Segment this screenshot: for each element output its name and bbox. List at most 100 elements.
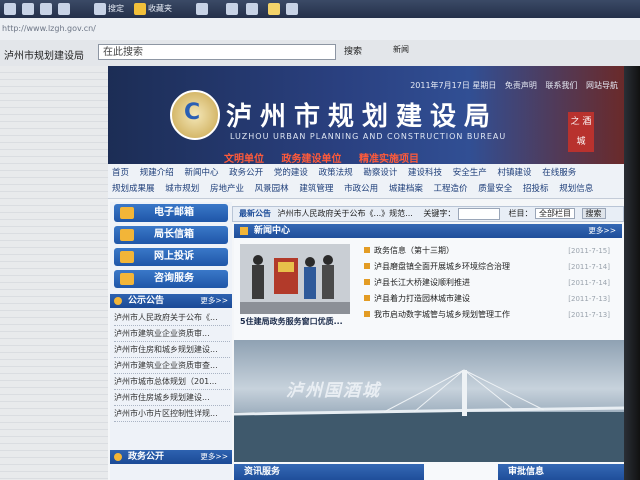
notice-item[interactable]: 泸州市建筑业企业资质审查...: [114, 358, 230, 374]
url-field[interactable]: http://www.lzgh.gov.cn/: [2, 22, 182, 36]
nav-item[interactable]: 政务公开: [229, 168, 263, 178]
bureau-logo: C: [170, 90, 220, 140]
nav-item[interactable]: 在线服务: [542, 168, 576, 178]
tools-icon[interactable]: [286, 3, 298, 15]
column-label: 栏目：: [508, 209, 533, 218]
home-icon[interactable]: [40, 3, 52, 15]
address-bar: http://www.lzgh.gov.cn/: [0, 18, 640, 41]
screen-edge: [624, 66, 640, 480]
nav-item[interactable]: 建设科技: [408, 168, 442, 178]
browser-tab-strip: 泸州市规划建设局 在此搜索 搜索 新闻: [0, 40, 640, 67]
gov-affairs-header: 政务公开 更多>>: [110, 450, 232, 464]
main-content: 新闻中心 更多>> 5住建局政务服务窗口优质... 政务信息（第十三期） [201…: [234, 224, 624, 480]
nav-item[interactable]: 新闻中心: [184, 168, 218, 178]
strip-label: 最新公告: [239, 209, 271, 218]
news-header: 新闻中心 更多>>: [234, 224, 622, 238]
nav-item[interactable]: 建筑管理: [299, 184, 333, 194]
notice-item[interactable]: 泸州市建筑业企业资质审...: [114, 326, 230, 342]
news-more-link[interactable]: 更多>>: [588, 224, 616, 238]
toolbar-search-label[interactable]: 搜定: [108, 3, 124, 14]
notice-item[interactable]: 泸州市住房城乡规划建设...: [114, 390, 230, 406]
email-button[interactable]: 电子邮箱: [114, 204, 228, 222]
column-select[interactable]: 全部栏目: [535, 208, 575, 219]
search-icon[interactable]: [94, 3, 106, 15]
notice-item[interactable]: 泸州市人民政府关于公布《...: [114, 310, 230, 326]
strip-text[interactable]: 泸州市人民政府关于公布《...》规范...: [278, 209, 413, 218]
nav-item[interactable]: 质量安全: [478, 184, 512, 194]
contact-link[interactable]: 联系我们: [545, 81, 577, 90]
notices-header: 公示公告 更多>>: [110, 294, 232, 308]
news-item[interactable]: 我市启动数字城管与城乡规划管理工作 [2011-7-13]: [364, 308, 614, 322]
complaint-icon: [120, 251, 134, 263]
banner-text: 泸州国酒城: [286, 381, 381, 401]
forward-icon[interactable]: [22, 3, 34, 15]
browser-toolbar: 搜定 收藏夹: [0, 0, 640, 18]
favorites-star-icon[interactable]: [134, 3, 146, 15]
site-title: 泸州市规划建设局: [226, 102, 499, 132]
bottom-headers: 资讯服务 审批信息: [234, 464, 624, 480]
search-input[interactable]: 在此搜索: [98, 44, 336, 60]
site-title-en: LUZHOU URBAN PLANNING AND CONSTRUCTION B…: [230, 132, 507, 141]
keyword-input[interactable]: [457, 207, 500, 220]
nav-item[interactable]: 风景园林: [255, 184, 289, 194]
nav-item[interactable]: 规划信息: [559, 184, 593, 194]
sitemap-link[interactable]: 网站导航: [586, 81, 618, 90]
back-icon[interactable]: [4, 3, 16, 15]
news-item[interactable]: 泸县着力打造园林城市建设 [2011-7-13]: [364, 292, 614, 306]
latest-notice-strip: 最新公告 泸州市人民政府关于公布《...》规范... 关键字： 栏目： 全部栏目…: [232, 206, 624, 222]
nav-item[interactable]: 城市规划: [165, 184, 199, 194]
news-icon: [240, 227, 248, 235]
slogans: 文明单位 政务建设单位 精准实施项目: [224, 150, 433, 165]
history-icon[interactable]: [196, 3, 208, 15]
nav-item[interactable]: 招投标: [523, 184, 549, 194]
complaint-button[interactable]: 网上投诉: [114, 248, 228, 266]
date-text: 2011年7月17日 星期日: [410, 81, 497, 90]
top-links: 2011年7月17日 星期日 免责声明 联系我们 网站导航: [404, 80, 618, 91]
notice-item[interactable]: 泸州市住房和城乡规划建设...: [114, 342, 230, 358]
site-banner: 2011年7月17日 星期日 免责声明 联系我们 网站导航 C 泸州市规划建设局…: [108, 66, 624, 165]
nav-row-2: 规划成果展 城市规划 房地产业 风景园林 建筑管理 市政公用 城建档案 工程造价…: [108, 181, 624, 197]
news-button[interactable]: 新闻: [388, 44, 414, 62]
jiucheng-badge: 之 酒 城: [568, 112, 594, 152]
director-mailbox-button[interactable]: 局长信箱: [114, 226, 228, 244]
news-item[interactable]: 泸县长江大桥建设顺利推进 [2011-7-14]: [364, 276, 614, 290]
nav-item[interactable]: 房地产业: [210, 184, 244, 194]
nav-item[interactable]: 党的建设: [274, 168, 308, 178]
notice-item[interactable]: 泸州市城市总体规划（201...: [114, 374, 230, 390]
nav-item[interactable]: 勘察设计: [363, 168, 397, 178]
photo-caption[interactable]: 5住建局政务服务窗口优质...: [240, 316, 356, 327]
nav-item[interactable]: 市政公用: [344, 184, 378, 194]
email-icon: [120, 207, 134, 219]
news-photo[interactable]: [240, 244, 350, 314]
info-services-header: 资讯服务: [234, 464, 424, 480]
print-icon[interactable]: [226, 3, 238, 15]
nav-item[interactable]: 村镇建设: [497, 168, 531, 178]
consult-button[interactable]: 咨询服务: [114, 270, 228, 288]
nav-item[interactable]: 安全生产: [453, 168, 487, 178]
main-nav: 首页 规建介绍 新闻中心 政务公开 党的建设 政策法规 勘察设计 建设科技 安全…: [108, 164, 624, 199]
nav-item[interactable]: 城建档案: [389, 184, 423, 194]
mailbox-icon: [120, 229, 134, 241]
page-icon[interactable]: [268, 3, 280, 15]
gov-more-link[interactable]: 更多>>: [200, 450, 228, 464]
gov-icon: [114, 453, 122, 461]
news-item[interactable]: 泸县磨盘镇全面开展城乡环境综合治理 [2011-7-14]: [364, 260, 614, 274]
nav-item[interactable]: 规建介绍: [140, 168, 174, 178]
nav-item[interactable]: 政策法规: [319, 168, 353, 178]
disclaimer-link[interactable]: 免责声明: [505, 81, 537, 90]
news-item[interactable]: 政务信息（第十三期） [2011-7-15]: [364, 244, 614, 258]
nav-item[interactable]: 规划成果展: [112, 184, 155, 194]
toolbar-favorites-label[interactable]: 收藏夹: [148, 3, 172, 14]
approval-info-header: 审批信息: [498, 464, 624, 480]
nav-row-1: 首页 规建介绍 新闻中心 政务公开 党的建设 政策法规 勘察设计 建设科技 安全…: [108, 165, 624, 181]
site-search-button[interactable]: 搜索: [581, 208, 606, 219]
notices-more-link[interactable]: 更多>>: [200, 294, 228, 308]
search-button[interactable]: 搜索: [344, 45, 378, 59]
mail-icon[interactable]: [246, 3, 258, 15]
notice-item[interactable]: 泸州市小市片区控制性详规...: [114, 406, 230, 422]
nav-item[interactable]: 首页: [112, 168, 129, 178]
nav-item[interactable]: 工程造价: [434, 184, 468, 194]
refresh-icon[interactable]: [58, 3, 70, 15]
notice-icon: [114, 297, 122, 305]
consult-icon: [120, 273, 134, 285]
